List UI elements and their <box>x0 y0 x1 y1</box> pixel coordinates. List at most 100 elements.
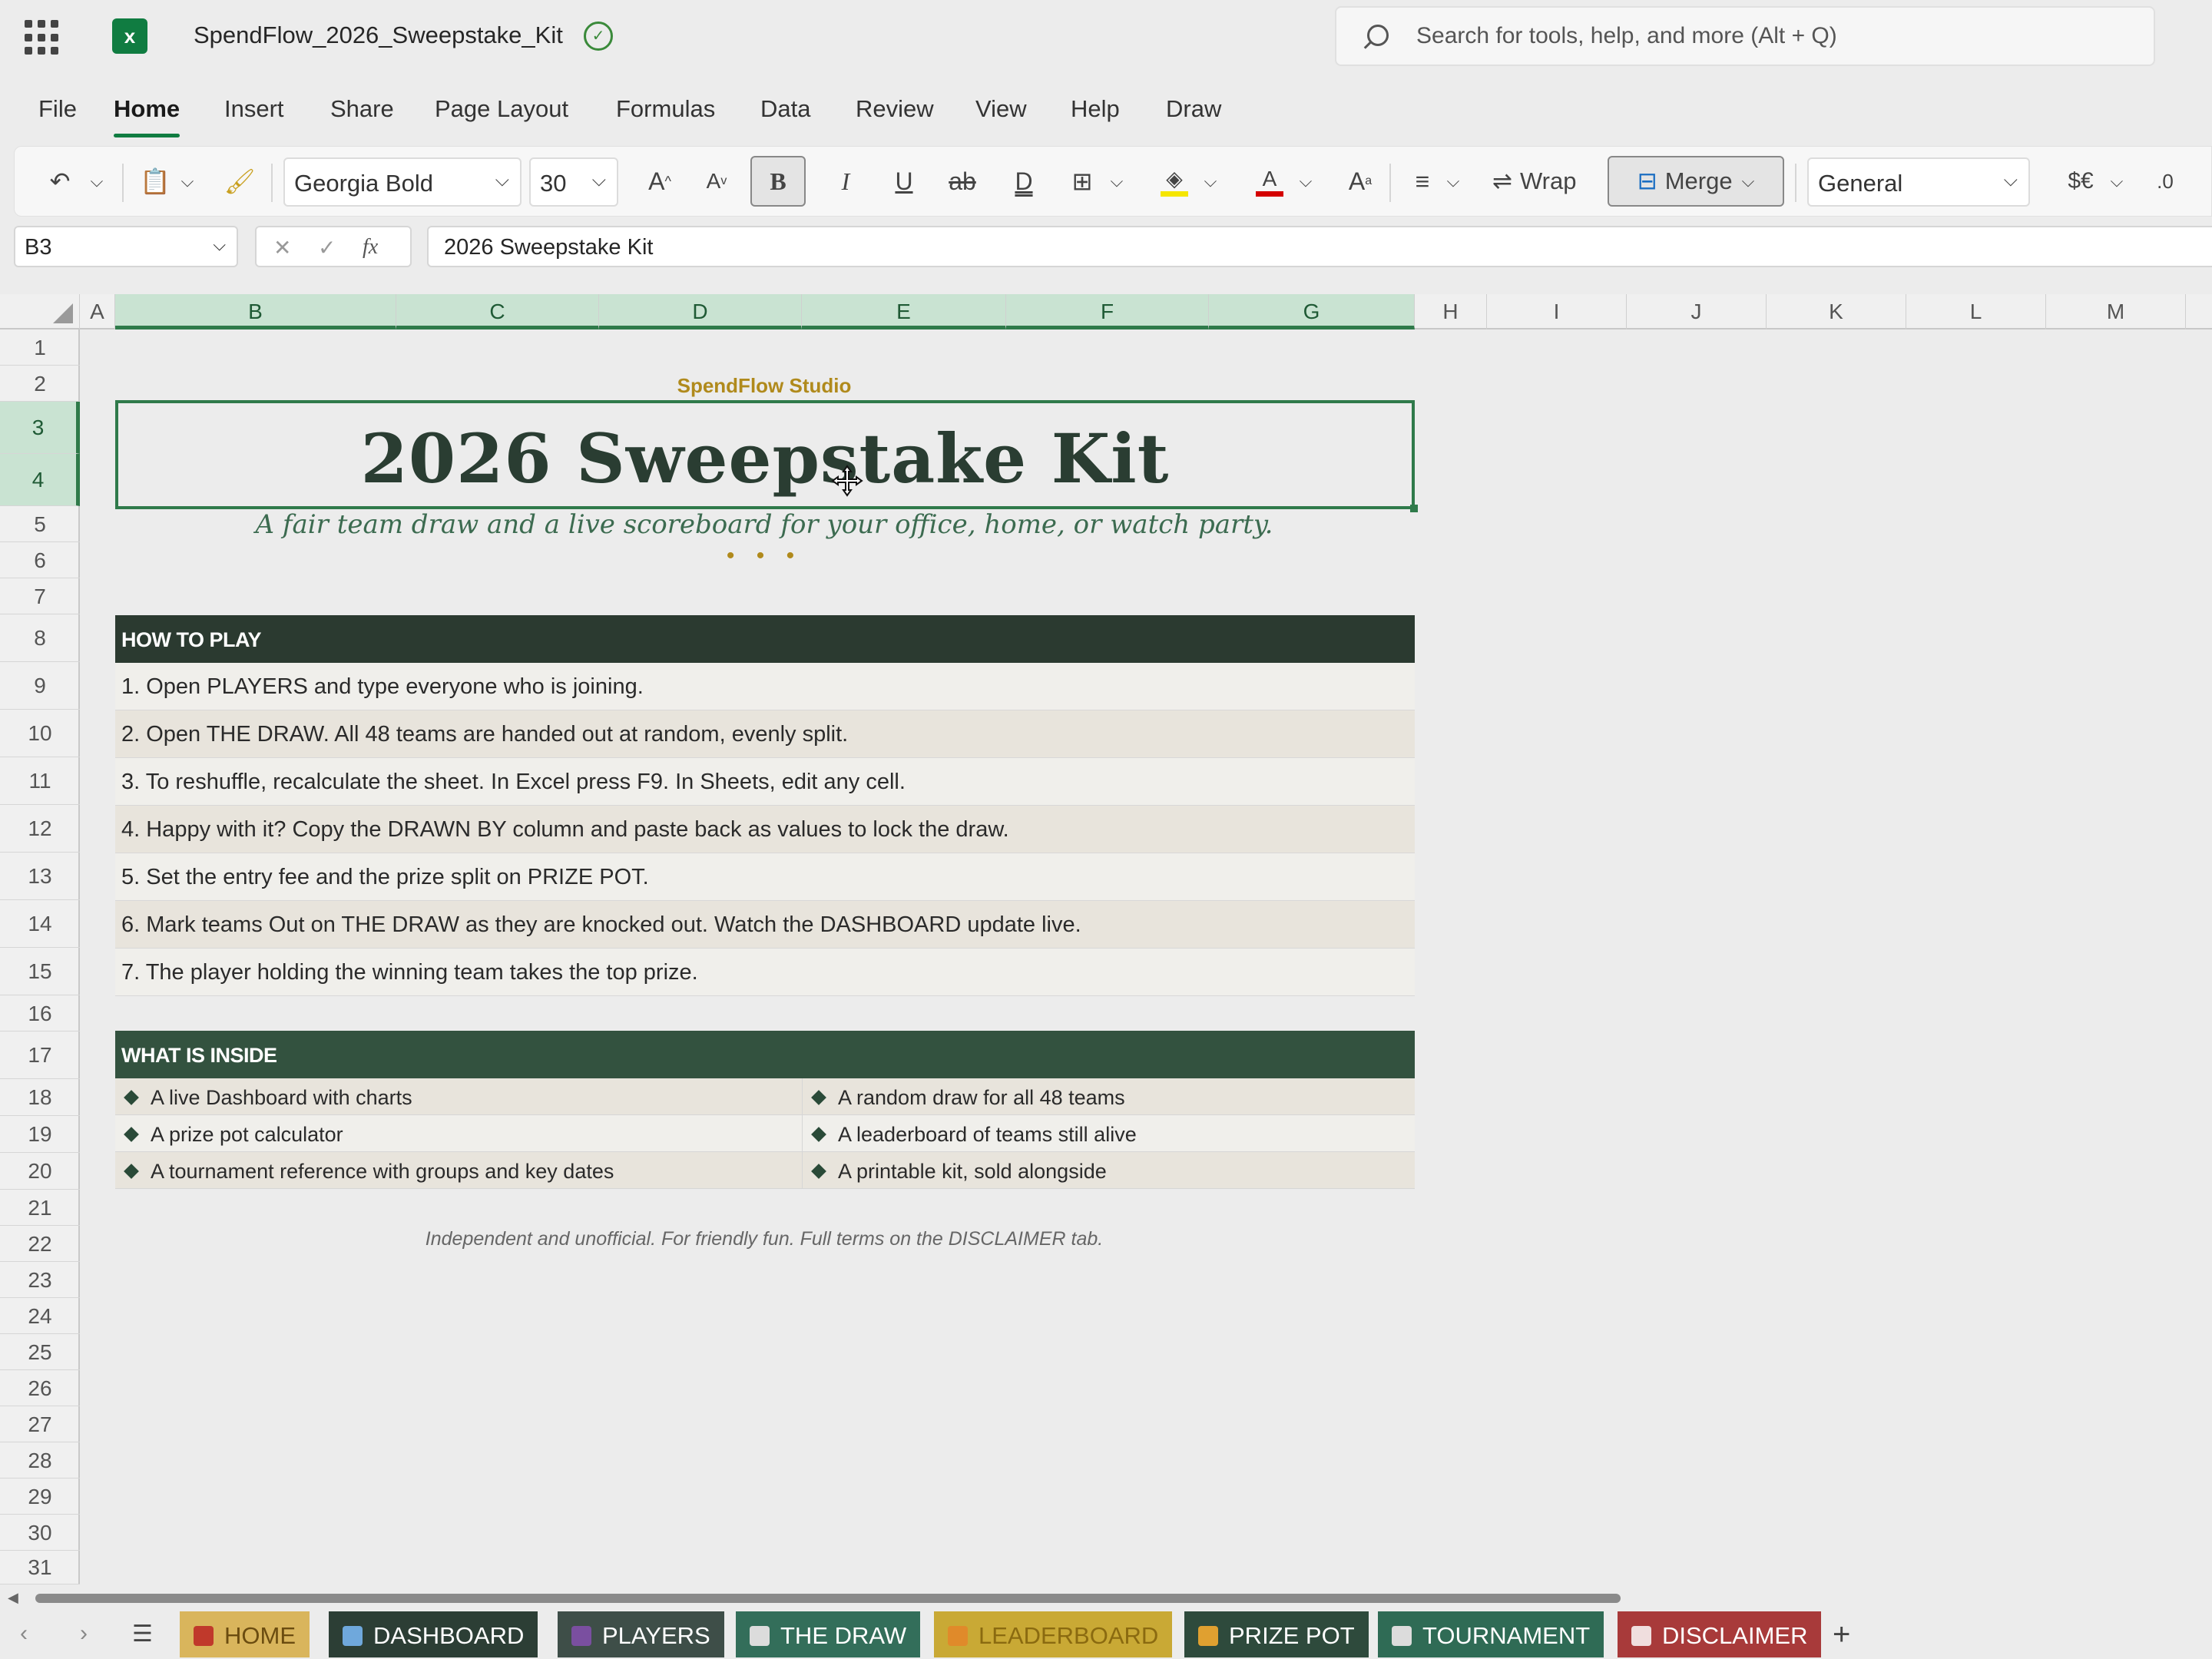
app-launcher-icon[interactable] <box>25 20 60 55</box>
name-box[interactable]: B3 ⌵ <box>14 226 238 267</box>
row-header[interactable]: 6 <box>0 542 80 578</box>
insert-function-icon[interactable]: fx <box>363 235 378 260</box>
column-header-b[interactable]: B <box>115 294 396 329</box>
currency-button[interactable]: $€ <box>2058 156 2104 207</box>
column-header-a[interactable]: A <box>80 294 115 329</box>
font-name-select[interactable]: Georgia Bold ⌵ <box>283 157 522 207</box>
row-header[interactable]: 3 <box>0 402 80 454</box>
row-header[interactable]: 28 <box>0 1442 80 1479</box>
tab-formulas[interactable]: Formulas <box>616 95 715 123</box>
row-header[interactable]: 30 <box>0 1515 80 1551</box>
align-dropdown-icon[interactable]: ⌵ <box>1442 156 1465 207</box>
decrease-decimal-icon[interactable]: .0 <box>2142 156 2188 207</box>
tab-home[interactable]: Home <box>114 95 180 137</box>
next-sheet-icon[interactable]: › <box>80 1621 88 1647</box>
italic-button[interactable]: I <box>823 156 869 207</box>
double-underline-button[interactable]: D <box>1001 156 1047 207</box>
column-header-k[interactable]: K <box>1767 294 1906 329</box>
tab-view[interactable]: View <box>975 95 1027 123</box>
select-all-corner[interactable] <box>0 294 80 329</box>
row-header[interactable]: 20 <box>0 1153 80 1190</box>
row-header[interactable]: 8 <box>0 614 80 662</box>
row-header[interactable]: 23 <box>0 1262 80 1298</box>
row-header[interactable]: 31 <box>0 1551 80 1584</box>
strikethrough-button[interactable]: ab <box>939 156 985 207</box>
row-header[interactable]: 29 <box>0 1479 80 1515</box>
horizontal-scrollbar[interactable]: ◀ <box>0 1587 2212 1610</box>
prev-sheet-icon[interactable]: ‹ <box>20 1621 28 1647</box>
row-header[interactable]: 26 <box>0 1370 80 1406</box>
sheet-tab-disclaimer[interactable]: DISCLAIMER <box>1618 1611 1822 1657</box>
column-header-f[interactable]: F <box>1006 294 1209 329</box>
column-header-l[interactable]: L <box>1906 294 2046 329</box>
row-header[interactable]: 14 <box>0 900 80 948</box>
row-header[interactable]: 11 <box>0 757 80 805</box>
row-header[interactable]: 21 <box>0 1190 80 1226</box>
column-header-j[interactable]: J <box>1627 294 1767 329</box>
paste-icon[interactable]: 📋 <box>136 156 174 207</box>
tab-data[interactable]: Data <box>760 95 810 123</box>
row-header[interactable]: 7 <box>0 578 80 614</box>
column-header-h[interactable]: H <box>1415 294 1487 329</box>
superscript-icon[interactable]: Aa <box>1337 156 1383 207</box>
tab-draw[interactable]: Draw <box>1166 95 1221 123</box>
row-header[interactable]: 5 <box>0 506 80 542</box>
tab-page-layout[interactable]: Page Layout <box>435 95 568 123</box>
column-header-g[interactable]: G <box>1209 294 1415 329</box>
tab-help[interactable]: Help <box>1071 95 1120 123</box>
column-header-i[interactable]: I <box>1487 294 1627 329</box>
font-size-select[interactable]: 30 ⌵ <box>529 157 618 207</box>
increase-font-icon[interactable]: A ^ <box>637 156 683 207</box>
row-header[interactable]: 1 <box>0 329 80 366</box>
sheet-tab-dashboard[interactable]: DASHBOARD <box>329 1611 538 1657</box>
column-header-d[interactable]: D <box>599 294 802 329</box>
undo-dropdown-icon[interactable]: ⌵ <box>85 156 108 207</box>
tab-file[interactable]: File <box>38 95 77 123</box>
row-header[interactable]: 19 <box>0 1116 80 1153</box>
borders-icon[interactable]: ⊞ <box>1059 156 1105 207</box>
document-title[interactable]: SpendFlow_2026_Sweepstake_Kit <box>194 22 563 49</box>
currency-dropdown-icon[interactable]: ⌵ <box>2105 156 2128 207</box>
merge-button[interactable]: ⊟ Merge ⌵ <box>1608 156 1784 207</box>
all-sheets-icon[interactable]: ☰ <box>132 1621 153 1647</box>
row-header[interactable]: 2 <box>0 366 80 402</box>
tab-review[interactable]: Review <box>856 95 934 123</box>
column-header-c[interactable]: C <box>396 294 599 329</box>
search-box[interactable]: Search for tools, help, and more (Alt + … <box>1335 6 2155 66</box>
row-header[interactable]: 25 <box>0 1334 80 1370</box>
add-sheet-button[interactable]: + <box>1833 1618 1850 1652</box>
row-header[interactable]: 4 <box>0 454 80 506</box>
format-painter-icon[interactable]: 🖌 <box>220 156 259 207</box>
borders-dropdown-icon[interactable]: ⌵ <box>1105 156 1128 207</box>
row-header[interactable]: 13 <box>0 853 80 900</box>
scroll-left-icon[interactable]: ◀ <box>8 1590 18 1606</box>
selected-title-cell[interactable]: 2026 Sweepstake Kit <box>115 400 1418 512</box>
paste-dropdown-icon[interactable]: ⌵ <box>176 156 199 207</box>
column-header-e[interactable]: E <box>802 294 1006 329</box>
wrap-text-button[interactable]: ⇌ Wrap <box>1492 156 1608 207</box>
sheet-tab-leaderboard[interactable]: LEADERBOARD <box>934 1611 1173 1657</box>
sheet-tab-prize-pot[interactable]: PRIZE POT <box>1184 1611 1369 1657</box>
undo-icon[interactable]: ↶ <box>41 156 79 207</box>
row-header[interactable]: 18 <box>0 1079 80 1116</box>
sheet-tab-players[interactable]: PLAYERS <box>558 1611 724 1657</box>
row-header[interactable]: 9 <box>0 662 80 710</box>
row-header[interactable]: 10 <box>0 710 80 757</box>
row-header[interactable]: 24 <box>0 1298 80 1334</box>
enter-icon[interactable]: ✓ <box>318 235 336 260</box>
sheet-tab-the-draw[interactable]: THE DRAW <box>736 1611 921 1657</box>
sheet-tab-home[interactable]: HOME <box>180 1611 310 1657</box>
row-header[interactable]: 17 <box>0 1031 80 1079</box>
underline-button[interactable]: U <box>881 156 927 207</box>
tab-share[interactable]: Share <box>330 95 394 123</box>
number-format-select[interactable]: General ⌵ <box>1807 157 2030 207</box>
row-header[interactable]: 12 <box>0 805 80 853</box>
row-header[interactable]: 16 <box>0 995 80 1031</box>
worksheet-grid[interactable]: A B C D E F G H I J K L M 1 2 3 4 5 6 7 … <box>0 294 2212 1584</box>
cancel-icon[interactable]: ✕ <box>273 235 291 260</box>
column-header-m[interactable]: M <box>2046 294 2186 329</box>
formula-input[interactable]: 2026 Sweepstake Kit <box>427 226 2212 267</box>
fill-color-dropdown-icon[interactable]: ⌵ <box>1199 156 1222 207</box>
font-color-dropdown-icon[interactable]: ⌵ <box>1294 156 1317 207</box>
font-color-icon[interactable]: A <box>1247 156 1293 207</box>
